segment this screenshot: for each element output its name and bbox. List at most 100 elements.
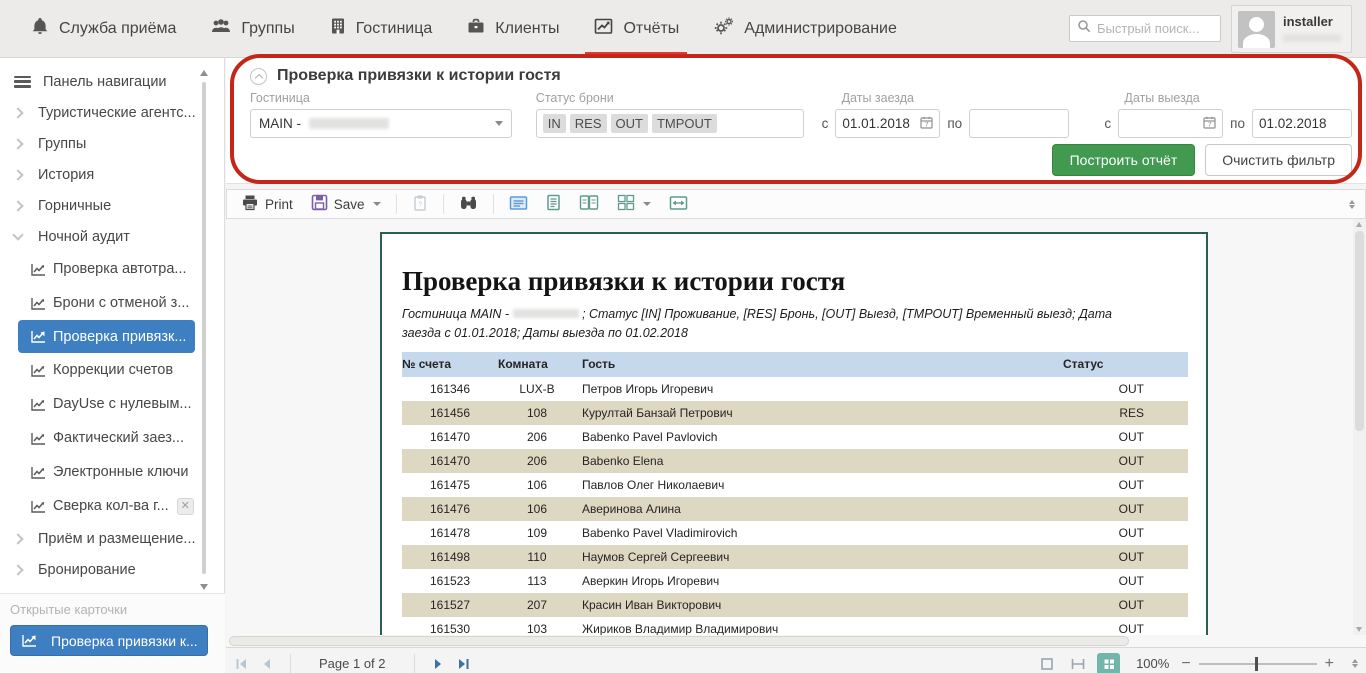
zoom-percentage: 100% [1136,656,1169,671]
report-chart-icon [30,466,46,479]
sidebar-report-invoice-corrections[interactable]: Коррекции счетов [0,353,225,387]
zoom-out-button[interactable]: − [1181,656,1190,672]
first-page-button[interactable] [234,657,248,671]
tab-label: Отчёты [623,20,679,38]
save-button[interactable]: Save [305,192,387,216]
tab-administration[interactable]: Администрирование [713,0,897,57]
multiple-pages-view-button[interactable] [611,192,657,216]
table-row: 161523113Аверкин Игорь ИгоревичOUT [402,569,1188,593]
pager-overflow-spinner[interactable] [1352,659,1358,668]
sidebar-report-guest-count-check[interactable]: Сверка кол-ва г...✕ [0,489,225,523]
viewer-horizontal-scrollbar[interactable] [226,635,1366,647]
sidebar-item-housekeeping[interactable]: Горничные [0,190,225,221]
report-chart-icon [30,297,46,310]
sidebar-navigation-list: Панель навигации Туристические агентс...… [0,58,225,594]
print-button[interactable]: Print [235,192,299,216]
to-label: по [1230,116,1245,131]
next-page-button[interactable] [433,657,445,671]
departure-to-input[interactable] [1259,116,1345,131]
fit-width-button[interactable] [663,193,694,216]
calendar-icon[interactable]: 7 [920,116,933,132]
report-chart-icon [30,330,46,343]
arrival-from-input[interactable] [842,116,920,131]
gears-icon [713,16,735,41]
report-filter-panel: Проверка привязки к истории гостя Гостин… [226,58,1366,184]
scroll-down-arrow-icon[interactable] [1356,627,1362,632]
open-card-history-binding-check[interactable]: Проверка привязки к... [10,625,208,656]
zoom-slider-handle[interactable] [1255,657,1258,671]
sidebar-report-actual-arrival[interactable]: Фактический заез... [0,421,225,455]
sidebar-item-history[interactable]: История [0,159,225,190]
redacted-text [309,118,389,129]
status-chip-out[interactable]: OUT [611,114,648,133]
user-menu[interactable]: installer [1231,5,1352,53]
booking-status-field[interactable]: IN RES OUT TMPOUT [536,109,804,138]
scroll-up-arrow-icon[interactable] [200,70,208,76]
facing-pages-view-button[interactable] [573,192,605,216]
continuous-view-button[interactable] [540,192,567,216]
status-chip-tmpout[interactable]: TMPOUT [652,114,717,133]
booking-status-label: Статус брони [536,91,822,105]
sidebar-item-night-audit[interactable]: Ночной аудит [0,221,225,252]
sidebar-item-travel-agencies[interactable]: Туристические агентс... [0,97,225,128]
arrival-to-input[interactable] [976,116,1062,131]
sidebar-report-electronic-keys[interactable]: Электронные ключи [0,455,225,489]
sidebar-report-cancelled-bookings[interactable]: Брони с отменой з... [0,286,225,320]
sidebar-nav-header[interactable]: Панель навигации [0,66,225,97]
hotel-select[interactable]: MAIN - [250,109,512,138]
tab-label: Клиенты [495,20,559,38]
status-chip-res[interactable]: RES [570,114,607,133]
zoom-slider[interactable] [1199,657,1317,671]
zoom-controls: 100% − + [1035,653,1358,673]
fit-width-button[interactable] [1066,653,1089,673]
close-icon[interactable]: ✕ [177,498,194,515]
sidebar-item-booking[interactable]: Бронирование [0,554,225,585]
sidebar-item-groups[interactable]: Группы [0,128,225,159]
tab-reports[interactable]: Отчёты [593,0,679,57]
scrollbar-thumb[interactable] [229,636,1129,646]
tab-clients[interactable]: Клиенты [466,0,559,57]
scroll-up-arrow-icon[interactable] [1356,222,1362,227]
tab-hotel[interactable]: Гостиница [329,0,433,57]
collapse-panel-icon[interactable] [250,68,267,85]
zoom-in-button[interactable]: + [1325,656,1334,672]
sidebar-report-autotransactions[interactable]: Проверка автотра... [0,252,225,286]
toolbar-overflow-spinner[interactable] [1349,200,1357,209]
from-label: с [822,116,829,131]
build-report-button[interactable]: Построить отчёт [1052,144,1196,176]
report-viewer-toolbar: Print Save ? [226,189,1366,219]
previous-page-button[interactable] [260,657,272,671]
report-chart-icon [30,398,46,411]
tab-groups[interactable]: Группы [210,0,294,57]
sidebar: Панель навигации Туристические агентс...… [0,58,225,673]
paste-button-disabled[interactable]: ? [406,192,434,216]
sidebar-scrollbar[interactable] [200,70,208,590]
viewer-vertical-scrollbar[interactable] [1353,219,1366,635]
svg-text:7: 7 [1208,121,1212,128]
last-page-button[interactable] [457,657,471,671]
scroll-down-arrow-icon[interactable] [200,584,208,590]
search-input[interactable] [1097,21,1217,36]
find-button[interactable] [453,193,484,216]
chevron-right-icon [12,107,23,118]
scrollbar-thumb[interactable] [1355,231,1364,431]
calendar-icon[interactable]: 7 [1203,116,1216,132]
to-label: по [947,116,962,131]
clear-filter-button[interactable]: Очистить фильтр [1205,144,1352,176]
clipboard-icon: ? [412,194,428,214]
departure-from-input[interactable] [1125,116,1203,131]
status-chip-in[interactable]: IN [543,114,566,133]
column-header-account: № счета [402,352,498,377]
fit-page-button[interactable] [1035,653,1058,673]
scrollbar-thumb[interactable] [202,82,206,574]
sidebar-report-history-binding-check[interactable]: Проверка привязк... [18,320,195,353]
sidebar-report-dayuse-zero[interactable]: DayUse с нулевым... [0,387,225,421]
user-name: installer [1283,11,1341,29]
topbar-right: installer [1069,5,1366,53]
arrival-to-field [969,109,1069,138]
tab-reception[interactable]: Служба приёма [30,0,176,57]
single-page-view-button[interactable] [503,193,534,216]
sidebar-item-checkin-placement[interactable]: Приём и размещение... [0,523,225,554]
table-row: 161470206Babenko Pavel PavlovichOUT [402,425,1188,449]
thumbnail-grid-button[interactable] [1097,653,1120,673]
